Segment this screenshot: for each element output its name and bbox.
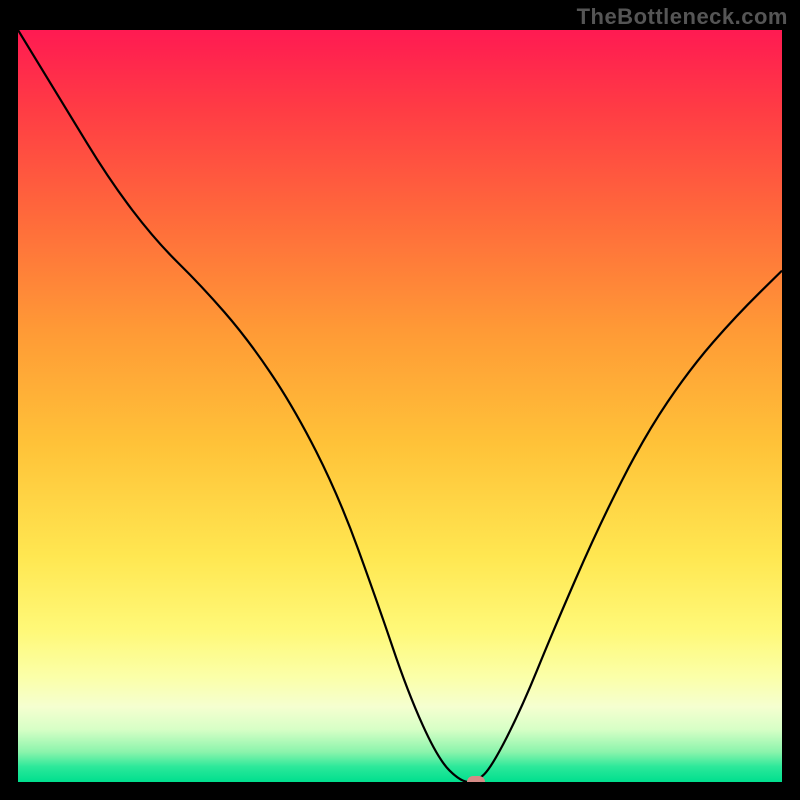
bottleneck-curve: [18, 30, 782, 782]
chart-container: TheBottleneck.com: [0, 0, 800, 800]
optimal-point-marker: [467, 776, 485, 782]
plot-area: [18, 30, 782, 782]
watermark-text: TheBottleneck.com: [577, 4, 788, 30]
